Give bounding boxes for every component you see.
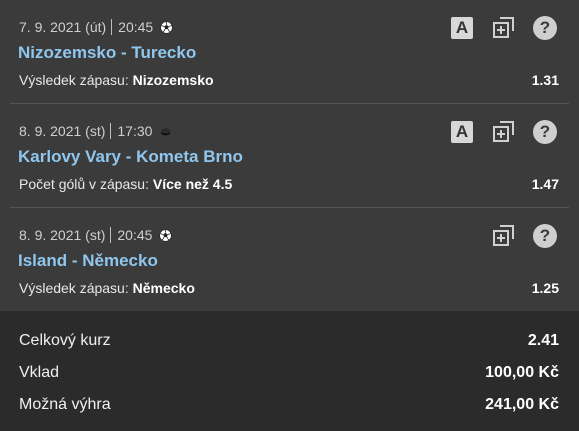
bet-time: 20:45: [118, 19, 154, 35]
stake-value: 100,00 Kč: [485, 364, 559, 381]
bet-market: Výsledek zápasu: Německo: [19, 280, 195, 296]
bet-market: Výsledek zápasu: Nizozemsko: [19, 72, 214, 88]
help-icon[interactable]: ?: [533, 16, 557, 40]
help-icon[interactable]: ?: [533, 224, 557, 248]
potential-win-label: Možná výhra: [19, 396, 111, 413]
potential-win-value: 241,00 Kč: [485, 396, 559, 413]
duplicate-icon[interactable]: [491, 224, 515, 248]
divider: [111, 19, 113, 35]
duplicate-icon[interactable]: [491, 16, 515, 40]
match-link[interactable]: Karlovy Vary - Kometa Brno: [18, 147, 243, 167]
bet-item: 7. 9. 2021 (út) 20:45 Nizozemsko - Turec…: [0, 0, 579, 104]
bet-item: 8. 9. 2021 (st) 17:30 Karlovy Vary - Kom…: [0, 104, 579, 208]
duplicate-icon[interactable]: [491, 120, 515, 144]
bet-market: Počet gólů v zápasu: Více než 4.5: [19, 176, 232, 192]
a-icon[interactable]: A: [451, 17, 473, 39]
bet-actions: A ?: [451, 120, 557, 144]
bet-odds: 1.25: [531, 280, 559, 296]
market-label: Výsledek zápasu:: [19, 72, 133, 88]
hockey-puck-icon: [161, 126, 171, 135]
bet-actions: A ?: [451, 16, 557, 40]
selection: Nizozemsko: [132, 72, 214, 88]
bet-date: 8. 9. 2021 (st): [19, 227, 106, 243]
help-icon[interactable]: ?: [533, 120, 557, 144]
divider: [110, 123, 112, 139]
market-label: Počet gólů v zápasu:: [19, 176, 153, 192]
total-odds-label: Celkový kurz: [19, 332, 111, 349]
football-icon: [160, 20, 173, 34]
selection: Více než 4.5: [152, 176, 233, 192]
bet-meta: 8. 9. 2021 (st) 17:30: [19, 123, 172, 139]
a-icon[interactable]: A: [451, 121, 473, 143]
bet-time: 17:30: [117, 123, 153, 139]
selection: Německo: [132, 280, 195, 296]
bet-date: 8. 9. 2021 (st): [19, 123, 106, 139]
football-icon: [159, 228, 173, 242]
bet-odds: 1.31: [531, 72, 559, 88]
bet-actions: ?: [491, 224, 557, 248]
bet-meta: 7. 9. 2021 (út) 20:45: [19, 19, 173, 35]
bet-meta: 8. 9. 2021 (st) 20:45: [19, 227, 173, 243]
bet-date: 7. 9. 2021 (út): [19, 19, 107, 35]
bet-item: 8. 9. 2021 (st) 20:45 Island - Německo V…: [0, 208, 579, 312]
bet-summary: Celkový kurz 2.41 Vklad 100,00 Kč Možná …: [0, 311, 579, 431]
bet-list: 7. 9. 2021 (út) 20:45 Nizozemsko - Turec…: [0, 0, 579, 310]
market-label: Výsledek zápasu:: [19, 280, 133, 296]
match-link[interactable]: Island - Německo: [18, 251, 158, 271]
bet-odds: 1.47: [531, 176, 559, 192]
divider: [110, 227, 112, 243]
stake-label: Vklad: [19, 364, 60, 381]
match-link[interactable]: Nizozemsko - Turecko: [18, 43, 196, 63]
total-odds-value: 2.41: [527, 332, 559, 349]
bet-time: 20:45: [117, 227, 153, 243]
